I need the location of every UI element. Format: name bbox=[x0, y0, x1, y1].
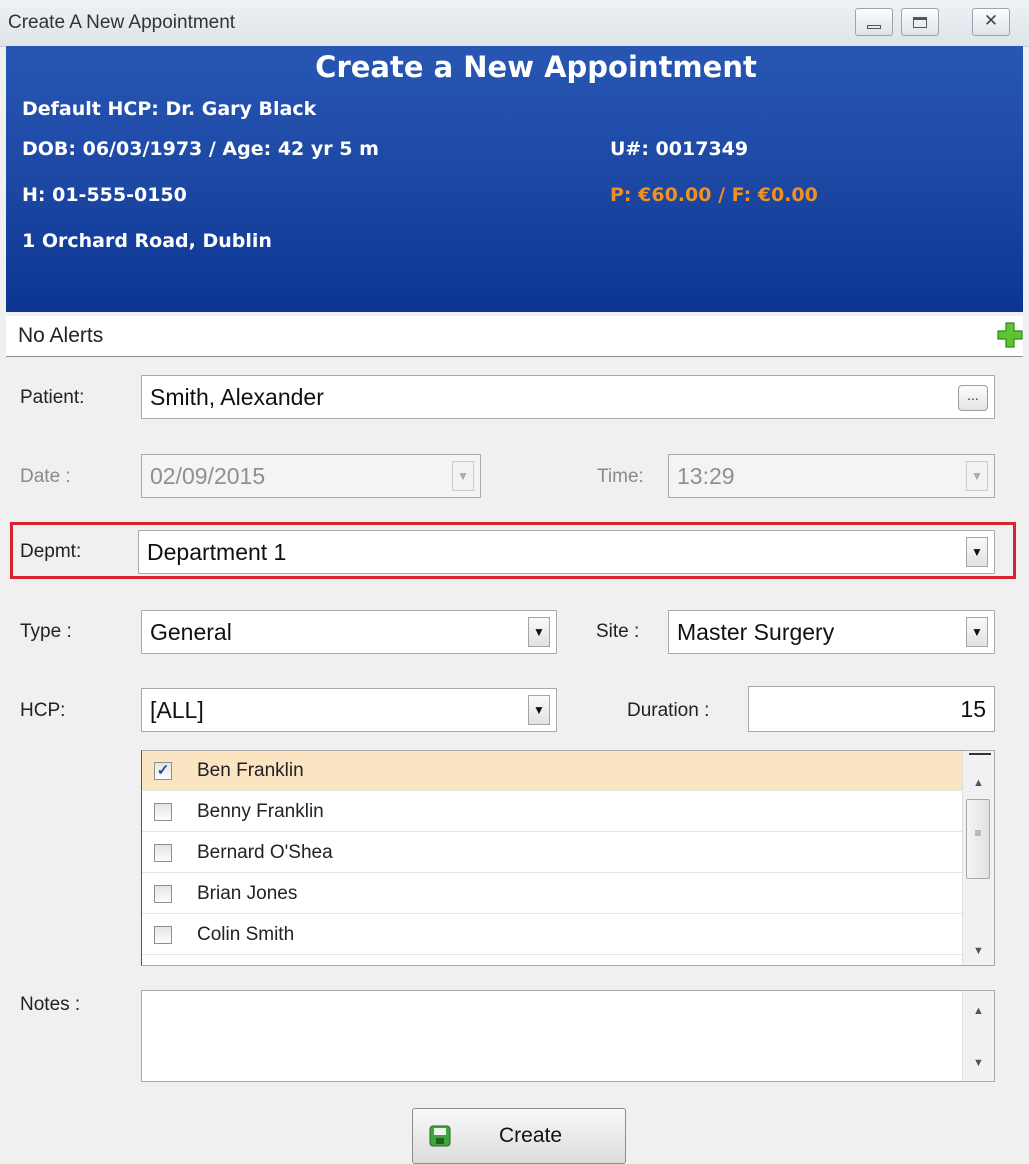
add-alert-icon[interactable] bbox=[997, 322, 1023, 348]
header-title: Create a New Appointment bbox=[315, 50, 757, 84]
hcp-checkbox[interactable] bbox=[154, 885, 172, 903]
type-dropdown-icon[interactable]: ▼ bbox=[528, 617, 550, 647]
hcp-dropdown-icon[interactable]: ▼ bbox=[528, 695, 550, 725]
window-title: Create A New Appointment bbox=[8, 12, 236, 33]
hcp-checkbox[interactable]: ✓ bbox=[154, 762, 172, 780]
patient-field[interactable]: Smith, Alexander ... bbox=[141, 375, 995, 419]
patient-value: Smith, Alexander bbox=[150, 383, 324, 410]
patient-unumber: U#: 0017349 bbox=[610, 138, 749, 160]
hcp-list-scrollbar[interactable]: ▲ ≡ ▼ bbox=[962, 751, 994, 965]
notes-textarea[interactable]: ▲ ▼ bbox=[141, 990, 995, 1082]
duration-value: 15 bbox=[960, 695, 986, 722]
alerts-bar: No Alerts bbox=[6, 316, 1023, 357]
hcp-list-item[interactable]: ✓ Ben Franklin bbox=[142, 751, 962, 791]
hcp-label: HCP: bbox=[20, 700, 66, 721]
hcp-list-item[interactable]: Brian Jones bbox=[142, 874, 962, 914]
maximize-button[interactable] bbox=[901, 8, 939, 36]
create-label: Create bbox=[499, 1124, 563, 1147]
patient-balance: P: €60.00 / F: €0.00 bbox=[610, 184, 818, 206]
close-icon: ✕ bbox=[983, 11, 999, 30]
notes-scrollbar[interactable]: ▲ ▼ bbox=[962, 991, 994, 1081]
patient-dob: DOB: 06/03/1973 / Age: 42 yr 5 m bbox=[22, 138, 379, 160]
hcp-name: Benny Franklin bbox=[197, 801, 324, 822]
time-label: Time: bbox=[597, 466, 644, 487]
date-label: Date : bbox=[20, 466, 71, 487]
hcp-value: [ALL] bbox=[150, 696, 204, 723]
hcp-checkbox[interactable] bbox=[154, 926, 172, 944]
site-dropdown-icon[interactable]: ▼ bbox=[966, 617, 988, 647]
patient-label: Patient: bbox=[20, 387, 85, 408]
alerts-label: No Alerts bbox=[18, 324, 104, 347]
notes-scroll-down-icon[interactable]: ▼ bbox=[963, 1057, 994, 1069]
type-value: General bbox=[150, 618, 232, 645]
create-button[interactable]: Create bbox=[412, 1108, 626, 1164]
hcp-name: Bernard O'Shea bbox=[197, 842, 333, 863]
scrollbar-edge bbox=[969, 753, 991, 758]
department-value: Department 1 bbox=[147, 538, 287, 565]
minimize-icon bbox=[867, 25, 881, 29]
save-icon bbox=[429, 1125, 451, 1147]
default-hcp: Default HCP: Dr. Gary Black bbox=[22, 98, 317, 120]
patient-address: 1 Orchard Road, Dublin bbox=[22, 230, 272, 252]
date-field: 02/09/2015 ▼ bbox=[141, 454, 481, 498]
scroll-thumb[interactable]: ≡ bbox=[966, 799, 990, 879]
department-dropdown-icon[interactable]: ▼ bbox=[966, 537, 988, 567]
site-value: Master Surgery bbox=[677, 618, 835, 645]
window-titlebar: Create A New Appointment ✕ bbox=[0, 0, 1029, 47]
duration-input[interactable]: 15 bbox=[748, 686, 995, 732]
hcp-checkbox[interactable] bbox=[154, 844, 172, 862]
hcp-name: Ben Franklin bbox=[197, 760, 304, 781]
hcp-list-rows: ✓ Ben Franklin Benny Franklin Bernard O'She… bbox=[142, 751, 962, 965]
hcp-list-item[interactable]: Benny Franklin bbox=[142, 792, 962, 832]
scroll-down-icon[interactable]: ▼ bbox=[963, 945, 994, 957]
notes-label: Notes : bbox=[20, 994, 81, 1015]
browse-patient-button[interactable]: ... bbox=[958, 385, 988, 411]
minimize-button[interactable] bbox=[855, 8, 893, 36]
hcp-name: Brian Jones bbox=[197, 883, 298, 904]
duration-label: Duration : bbox=[627, 700, 710, 721]
time-field: 13:29 ▼ bbox=[668, 454, 995, 498]
site-label: Site : bbox=[596, 621, 640, 642]
type-select[interactable]: General ▼ bbox=[141, 610, 557, 654]
patient-phone: H: 01-555-0150 bbox=[22, 184, 187, 206]
grip-icon: ≡ bbox=[974, 826, 982, 840]
time-dropdown-icon: ▼ bbox=[966, 461, 988, 491]
hcp-checklist[interactable]: ✓ Ben Franklin Benny Franklin Bernard O'She… bbox=[141, 750, 995, 966]
hcp-list-item[interactable]: Bernard O'Shea bbox=[142, 833, 962, 873]
close-button[interactable]: ✕ bbox=[972, 8, 1010, 36]
hcp-name: Colin Smith bbox=[197, 924, 295, 945]
department-label: Depmt: bbox=[20, 541, 82, 562]
hcp-list-item[interactable]: Colin Smith bbox=[142, 915, 962, 955]
hcp-select[interactable]: [ALL] ▼ bbox=[141, 688, 557, 732]
department-select[interactable]: Department 1 ▼ bbox=[138, 530, 995, 574]
time-value: 13:29 bbox=[677, 462, 735, 489]
date-value: 02/09/2015 bbox=[150, 462, 266, 489]
site-select[interactable]: Master Surgery ▼ bbox=[668, 610, 995, 654]
hcp-checkbox[interactable] bbox=[154, 803, 172, 821]
scroll-up-icon[interactable]: ▲ bbox=[963, 777, 994, 789]
patient-header: Create a New Appointment Default HCP: Dr… bbox=[6, 46, 1023, 312]
maximize-icon bbox=[913, 17, 927, 28]
date-dropdown-icon: ▼ bbox=[452, 461, 474, 491]
type-label: Type : bbox=[20, 621, 72, 642]
notes-scroll-up-icon[interactable]: ▲ bbox=[963, 1005, 994, 1017]
